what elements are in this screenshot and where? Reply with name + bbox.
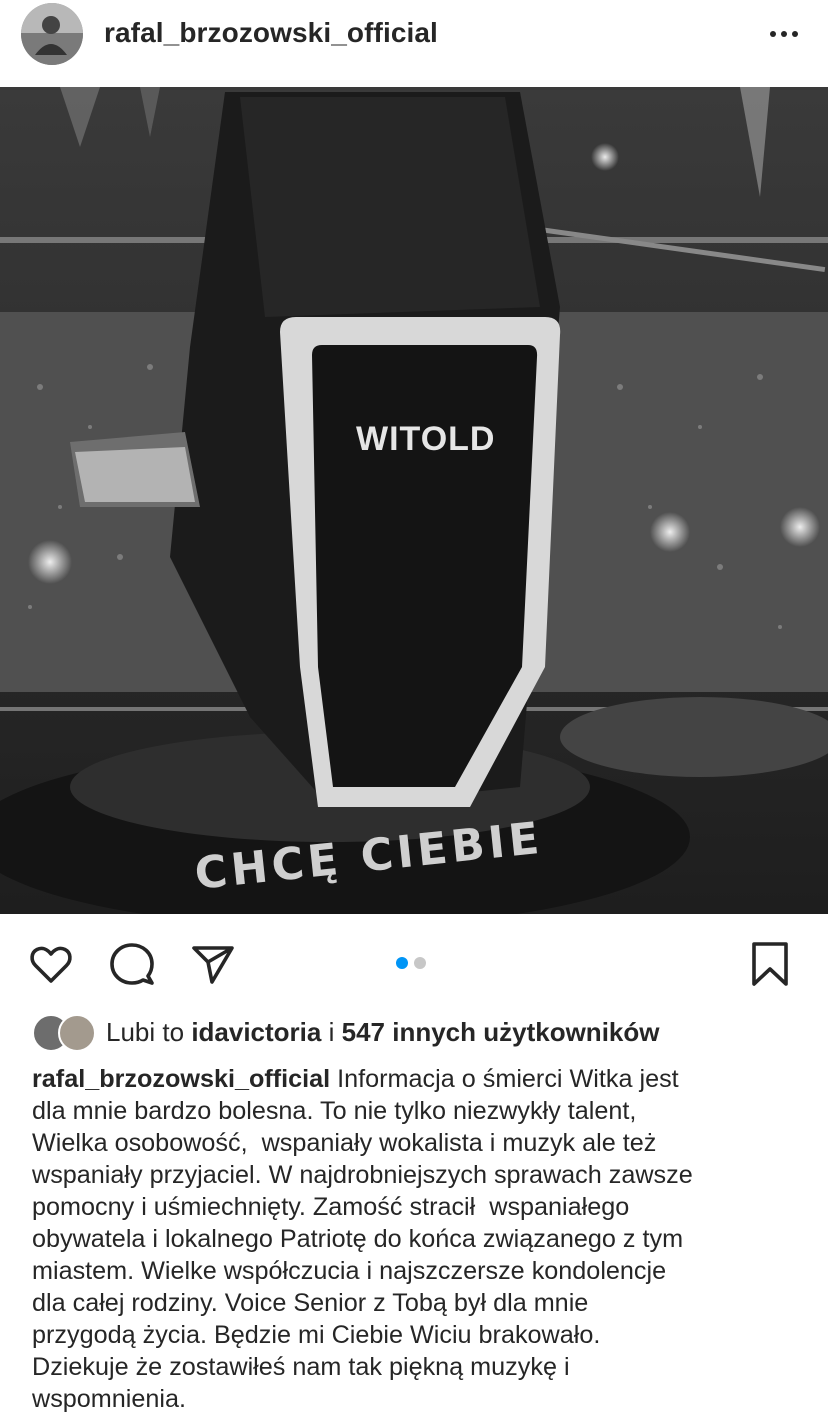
- photo-illustration: [0, 87, 828, 914]
- caption-line: Dziekuje że zostawiłeś nam tak piękną mu…: [32, 1353, 570, 1381]
- likes-prefix: Lubi to: [106, 1016, 185, 1047]
- heart-icon[interactable]: [27, 940, 75, 988]
- likes-others[interactable]: 547 innych użytkowników: [342, 1017, 660, 1048]
- caption-line: przygodą życia. Będzie mi Ciebie Wiciu b…: [32, 1321, 601, 1349]
- carousel-dot: [414, 957, 426, 969]
- profile-avatar[interactable]: [21, 3, 83, 65]
- post-photo[interactable]: WITOLD CHCĘ CIEBIE: [0, 87, 828, 914]
- caption-line: wspomnienia.: [32, 1385, 187, 1413]
- liker-username[interactable]: idavictoria: [191, 1017, 321, 1048]
- caption-author[interactable]: rafal_brzozowski_official: [32, 1065, 330, 1093]
- caption-line: rafal_brzozowski_official Informacja o ś…: [32, 1063, 812, 1095]
- bookmark-icon[interactable]: [746, 940, 794, 988]
- caption-text: Informacja o śmierci Witka jest: [337, 1065, 679, 1093]
- caption-line: dla całej rodziny. Voice Senior z Tobą b…: [32, 1289, 589, 1317]
- paper-plane-icon[interactable]: [188, 940, 236, 988]
- caption-line: dla mnie bardzo bolesna. To nie tylko ni…: [32, 1097, 637, 1125]
- caption-line: Wielka osobowość, wspaniały wokalista i …: [32, 1129, 657, 1157]
- avatar-image: [21, 3, 83, 65]
- carousel-indicator: [396, 957, 426, 969]
- post-username[interactable]: rafal_brzozowski_official: [104, 17, 438, 49]
- likes-summary[interactable]: Lubi to idavictoria i 547 innych użytkow…: [32, 1012, 822, 1052]
- caption-line: pomocny i uśmiechnięty. Zamość stracił w…: [32, 1193, 630, 1221]
- chair-name-label: WITOLD: [356, 420, 496, 458]
- more-dot: [770, 31, 776, 37]
- caption-line: wspaniały przyjaciel. W najdrobniejszych…: [32, 1161, 693, 1189]
- caption-line: miastem. Wielke współczucia i najszczers…: [32, 1257, 667, 1285]
- comment-icon[interactable]: [108, 940, 156, 988]
- post-caption: rafal_brzozowski_official Informacja o ś…: [32, 1063, 812, 1415]
- more-options-icon[interactable]: [764, 18, 804, 50]
- liker-avatar: [58, 1014, 96, 1052]
- more-dot: [792, 31, 798, 37]
- carousel-dot-active: [396, 957, 408, 969]
- liker-avatars: [32, 1014, 98, 1052]
- caption-line: obywatela i lokalnego Patriotę do końca …: [32, 1225, 684, 1253]
- post-header: rafal_brzozowski_official: [0, 0, 828, 68]
- more-dot: [781, 31, 787, 37]
